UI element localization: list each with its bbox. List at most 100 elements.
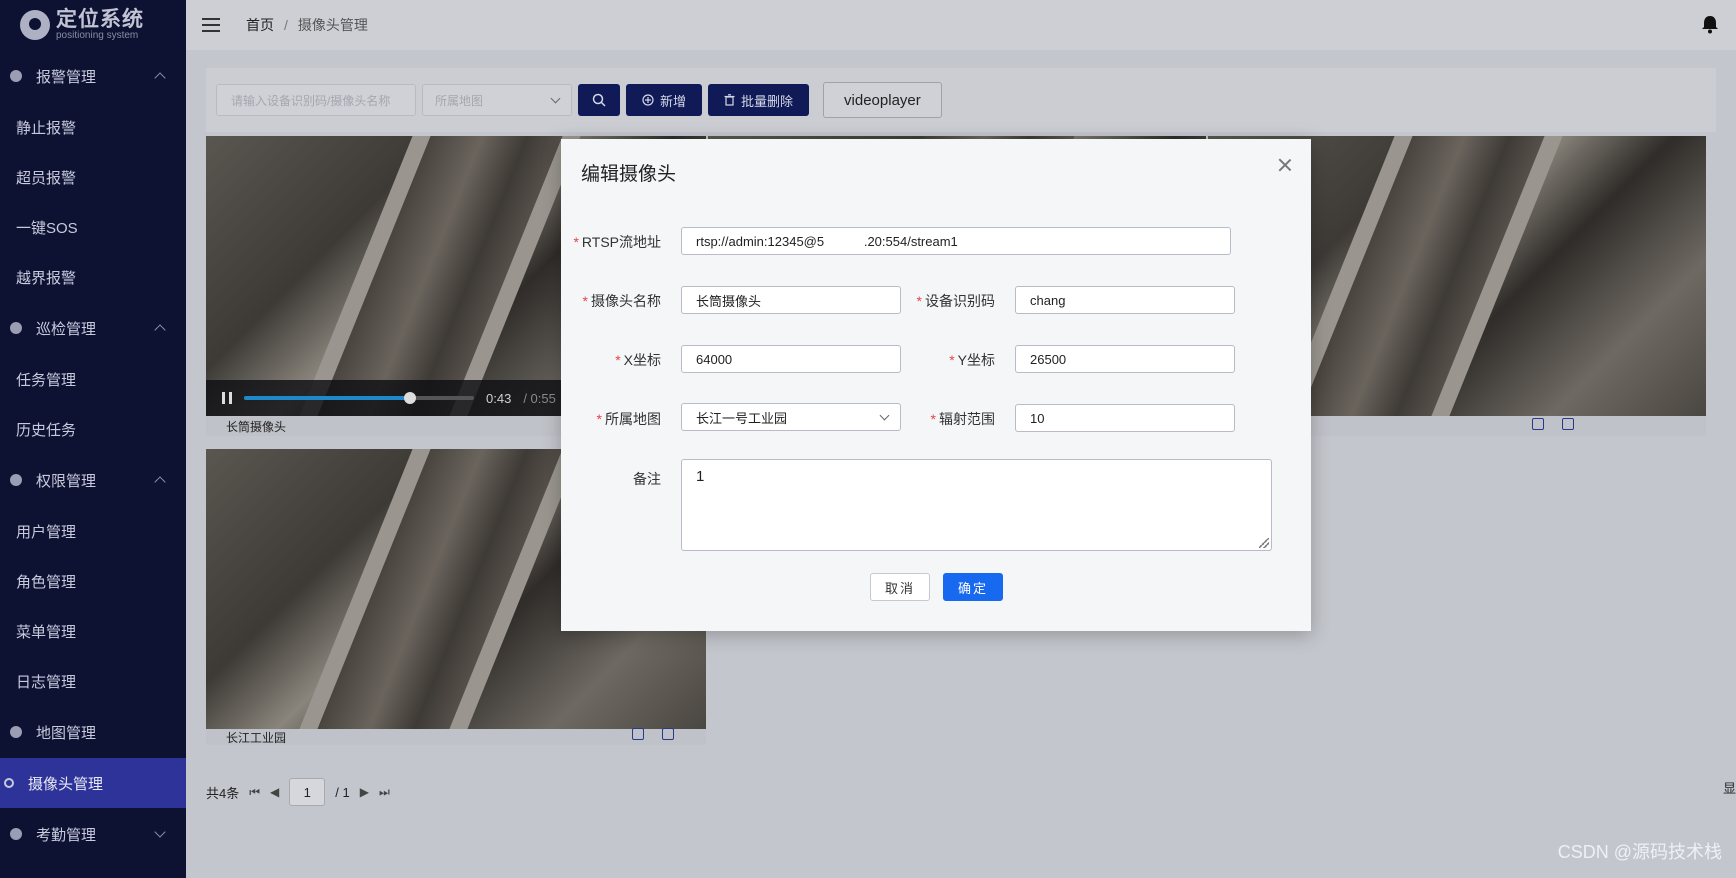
edit-icon[interactable] — [632, 728, 644, 740]
rtsp-input[interactable]: rtsp://admin:12345@5 .20:554/stream1 — [681, 227, 1231, 255]
close-icon[interactable] — [1277, 157, 1293, 173]
pagination-pages: / 1 — [335, 784, 350, 800]
top-header: 首页 / 摄像头管理 — [186, 0, 1736, 50]
menu-group-alarm[interactable]: 报警管理 — [0, 50, 186, 102]
map-select[interactable]: 长江一号工业园 — [681, 403, 901, 431]
search-icon — [592, 93, 606, 107]
video-time-current: 0:43 — [486, 390, 512, 406]
range-label: * 辐射范围 — [930, 411, 995, 427]
chevron-down-icon — [154, 826, 166, 838]
menu-group-map[interactable]: 地图管理 — [0, 706, 186, 758]
breadcrumb-separator: / — [284, 17, 288, 33]
prev-page-icon[interactable]: ◀ — [270, 785, 279, 799]
search-button[interactable] — [578, 84, 620, 116]
remark-value: 1 — [696, 468, 705, 485]
menu-item-logs[interactable]: 日志管理 — [0, 656, 186, 706]
chevron-down-icon — [550, 93, 561, 103]
first-page-icon[interactable]: ⏮ — [249, 785, 260, 800]
logo-icon — [20, 10, 50, 40]
trash-icon[interactable] — [662, 728, 674, 740]
plus-circle-icon — [642, 94, 654, 106]
map-select-value: 长江一号工业园 — [696, 410, 788, 426]
menu-item-label: 摄像头管理 — [28, 775, 104, 793]
search-input[interactable]: 请输入设备识别码/摄像头名称 — [216, 84, 416, 116]
menu-item-task-history[interactable]: 历史任务 — [0, 404, 186, 454]
menu-item-camera[interactable]: 摄像头管理 — [0, 758, 186, 808]
card-actions — [632, 728, 674, 740]
alarm-icon — [10, 70, 22, 82]
watermark: CSDN @源码技术栈 — [1557, 842, 1722, 862]
breadcrumb-home[interactable]: 首页 — [246, 15, 274, 35]
chevron-up-icon — [154, 476, 166, 488]
menu-group-patrol[interactable]: 巡检管理 — [0, 302, 186, 354]
edit-icon[interactable] — [1532, 418, 1544, 430]
pagination-total: 共4条 — [206, 785, 240, 801]
menu-item-menus[interactable]: 菜单管理 — [0, 606, 186, 656]
camera-card-label: 长江工业园 — [226, 731, 287, 745]
patrol-icon — [10, 322, 22, 334]
pagination: 共4条 ⏮ ◀ 1 / 1 ▶ ⏭ — [206, 778, 390, 806]
camera-card-label: 长筒摄像头 — [226, 420, 287, 434]
camera-name-input[interactable]: 长筒摄像头 — [681, 286, 901, 314]
rtsp-label: * RTSP流地址 — [573, 234, 661, 250]
map-select-placeholder: 所属地图 — [435, 93, 484, 108]
add-button-label: 新增 — [660, 93, 687, 109]
page-number-input[interactable]: 1 — [289, 778, 326, 806]
batch-delete-button[interactable]: 批量删除 — [708, 84, 810, 116]
chevron-up-icon — [154, 324, 166, 336]
confirm-button[interactable]: 确定 — [943, 573, 1003, 601]
resize-handle-icon[interactable] — [1259, 538, 1269, 548]
device-code-label: * 设备识别码 — [916, 293, 995, 309]
breadcrumb-current: 摄像头管理 — [297, 17, 368, 33]
menu-item-overcrowd-alarm[interactable]: 超员报警 — [0, 152, 186, 202]
remark-label: 备注 — [633, 471, 661, 487]
remark-textarea[interactable]: 1 — [681, 459, 1272, 551]
y-coord-label: * Y坐标 — [949, 352, 995, 368]
videoplayer-button[interactable]: videoplayer — [823, 82, 942, 118]
device-code-input[interactable]: chang — [1015, 286, 1235, 314]
video-time-total: / 0:55 — [523, 390, 556, 406]
shield-icon — [10, 474, 22, 486]
menu-group-label: 巡检管理 — [36, 320, 97, 338]
pause-icon[interactable] — [222, 392, 232, 404]
menu-item-boundary-alarm[interactable]: 越界报警 — [0, 252, 186, 302]
menu-toggle-icon[interactable] — [202, 18, 220, 32]
menu-group-attendance[interactable]: 考勤管理 — [0, 808, 186, 860]
menu-item-tasks[interactable]: 任务管理 — [0, 354, 186, 404]
logo: 定位系统 positioning system — [0, 0, 186, 50]
trash-icon — [724, 94, 735, 106]
menu-group-label: 地图管理 — [36, 724, 97, 742]
cancel-button[interactable]: 取消 — [870, 573, 930, 601]
camera-name-label: * 摄像头名称 — [582, 293, 661, 309]
dialog-title: 编辑摄像头 — [581, 164, 677, 185]
menu-item-sos[interactable]: 一键SOS — [0, 202, 186, 252]
edit-camera-dialog: 编辑摄像头 * RTSP流地址 rtsp://admin:12345@5 .20:… — [561, 139, 1311, 631]
menu-item-users[interactable]: 用户管理 — [0, 506, 186, 556]
menu-group-permission[interactable]: 权限管理 — [0, 454, 186, 506]
next-page-icon[interactable]: ▶ — [360, 785, 369, 799]
range-input[interactable]: 10 — [1015, 404, 1235, 432]
attendance-icon — [10, 828, 22, 840]
logo-title: 定位系统 — [56, 7, 144, 31]
trash-icon[interactable] — [1562, 418, 1574, 430]
video-progress-slider[interactable] — [244, 392, 474, 404]
last-page-icon[interactable]: ⏭ — [379, 785, 390, 800]
map-select[interactable]: 所属地图 — [422, 84, 572, 116]
menu-group-label: 考勤管理 — [36, 826, 97, 844]
batch-delete-label: 批量删除 — [741, 93, 794, 109]
menu-group-label: 权限管理 — [36, 472, 97, 490]
map-icon — [10, 726, 22, 738]
menu-group-label: 报警管理 — [36, 68, 97, 86]
card-actions — [1532, 418, 1574, 430]
pagination-right-text: 显 — [1722, 781, 1736, 796]
map-label: * 所属地图 — [596, 411, 661, 427]
menu-item-static-alarm[interactable]: 静止报警 — [0, 102, 186, 152]
logo-subtitle: positioning system — [56, 29, 139, 41]
y-coord-input[interactable]: 26500 — [1015, 345, 1235, 373]
x-coord-input[interactable]: 64000 — [681, 345, 901, 373]
add-button[interactable]: 新增 — [626, 84, 703, 116]
menu-item-roles[interactable]: 角色管理 — [0, 556, 186, 606]
sidebar: 定位系统 positioning system 报警管理 静止报警 超员报警 一… — [0, 0, 186, 878]
x-coord-label: * X坐标 — [615, 352, 661, 368]
bell-icon[interactable] — [1700, 14, 1720, 34]
